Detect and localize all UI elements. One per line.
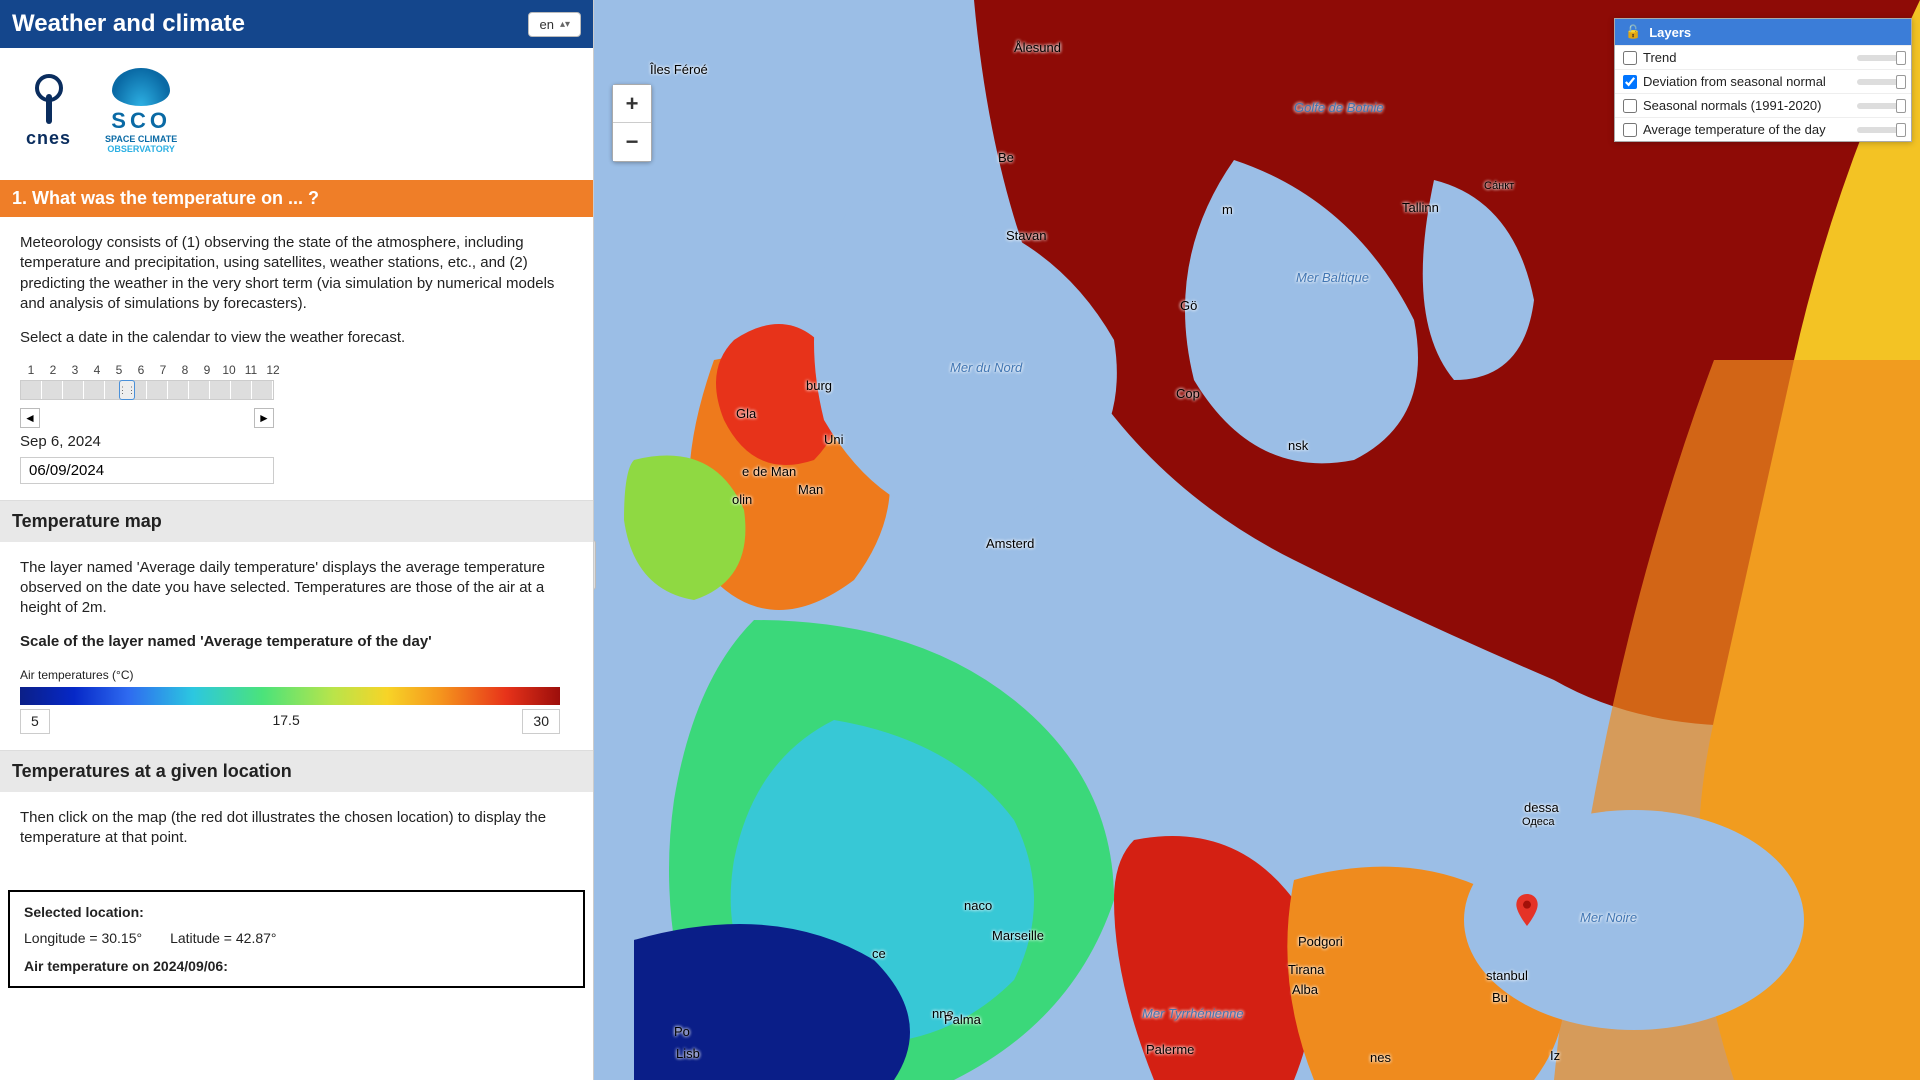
month-tick: 5	[108, 362, 130, 378]
zoom-control: + −	[612, 84, 652, 162]
map-canvas	[594, 0, 1920, 1080]
air-temp-label: Air temperature on 2024/09/06:	[24, 958, 569, 974]
cnes-logo-mark	[29, 74, 69, 124]
layer-checkbox[interactable]	[1623, 75, 1637, 89]
cnes-logo: cnes	[26, 74, 71, 149]
section-heading-location: Temperatures at a given location	[0, 750, 593, 792]
scale-ticks: 5 17.5 30	[20, 709, 560, 734]
sidebar: Weather and climate en ▴▾ cnes SCO SPACE…	[0, 0, 594, 1080]
sidebar-resize-handle[interactable]	[594, 540, 596, 590]
date-input[interactable]	[20, 457, 274, 484]
section-tempmap-body: The layer named 'Average daily temperatu…	[0, 542, 593, 750]
date-slider[interactable]: ⋮⋮	[20, 380, 274, 400]
month-tick: 11	[240, 362, 262, 378]
layer-checkbox[interactable]	[1623, 123, 1637, 137]
layer-checkbox[interactable]	[1623, 51, 1637, 65]
slider-handle[interactable]: ⋮⋮	[119, 380, 135, 400]
layer-row[interactable]: Seasonal normals (1991-2020)	[1615, 93, 1911, 117]
zoom-in-button[interactable]: +	[613, 85, 651, 123]
map-viewport[interactable]: ÅlesundÎles FéroéburgGlaUnie de ManManol…	[594, 0, 1920, 1080]
scale-subtitle: Air temperatures (°C)	[20, 667, 573, 683]
next-date-button[interactable]: ►	[254, 408, 274, 428]
month-tick: 2	[42, 362, 64, 378]
month-tick: 6	[130, 362, 152, 378]
sidebar-header: Weather and climate en ▴▾	[0, 0, 593, 48]
month-tick: 8	[174, 362, 196, 378]
layer-label: Deviation from seasonal normal	[1643, 74, 1851, 89]
instruction-paragraph: Select a date in the calendar to view th…	[20, 328, 573, 348]
layer-opacity-slider[interactable]	[1857, 79, 1903, 85]
layer-opacity-slider[interactable]	[1857, 55, 1903, 61]
layers-panel: 🔓 Layers Trend Deviation from seasonal no…	[1614, 18, 1912, 142]
month-tick: 9	[196, 362, 218, 378]
section-heading-question: 1. What was the temperature on ... ?	[0, 180, 593, 217]
latitude-value: Latitude = 42.87°	[170, 930, 276, 946]
sco-logo: SCO SPACE CLIMATE OBSERVATORY	[105, 68, 177, 154]
intro-paragraph: Meteorology consists of (1) observing th…	[20, 233, 573, 314]
language-selector[interactable]: en ▴▾	[528, 12, 581, 37]
layer-row[interactable]: Deviation from seasonal normal	[1615, 69, 1911, 93]
month-tick: 12	[262, 362, 284, 378]
scale-max: 30	[522, 709, 560, 734]
date-nav-row: ◄ ►	[20, 408, 274, 428]
layer-checkbox[interactable]	[1623, 99, 1637, 113]
layer-opacity-slider[interactable]	[1857, 127, 1903, 133]
section-heading-tempmap: Temperature map	[0, 500, 593, 542]
month-tick: 3	[64, 362, 86, 378]
layer-opacity-slider[interactable]	[1857, 103, 1903, 109]
scale-mid: 17.5	[262, 709, 309, 734]
layer-label: Average temperature of the day	[1643, 122, 1851, 137]
lock-icon: 🔓	[1625, 24, 1641, 40]
month-tick: 7	[152, 362, 174, 378]
layer-label: Trend	[1643, 50, 1851, 65]
chevron-updown-icon: ▴▾	[560, 19, 570, 30]
month-ticks: 123456789101112	[20, 362, 573, 378]
coords-row: Longitude = 30.15° Latitude = 42.87°	[24, 930, 569, 946]
scale-min: 5	[20, 709, 50, 734]
month-tick: 10	[218, 362, 240, 378]
layer-label: Seasonal normals (1991-2020)	[1643, 98, 1851, 113]
month-tick: 4	[86, 362, 108, 378]
selected-location-box: Selected location: Longitude = 30.15° La…	[8, 890, 585, 988]
layer-row[interactable]: Average temperature of the day	[1615, 117, 1911, 141]
month-tick: 1	[20, 362, 42, 378]
zoom-out-button[interactable]: −	[613, 123, 651, 161]
sco-logo-mark	[112, 68, 170, 106]
page-title: Weather and climate	[12, 10, 245, 38]
section-question-body: Meteorology consists of (1) observing th…	[0, 217, 593, 500]
layers-panel-header[interactable]: 🔓 Layers	[1615, 19, 1911, 45]
date-display: Sep 6, 2024	[20, 432, 573, 452]
app-root: Weather and climate en ▴▾ cnes SCO SPACE…	[0, 0, 1920, 1080]
color-scale-bar	[20, 687, 560, 705]
logo-row: cnes SCO SPACE CLIMATE OBSERVATORY	[0, 48, 593, 180]
location-paragraph: Then click on the map (the red dot illus…	[20, 808, 573, 849]
longitude-value: Longitude = 30.15°	[24, 930, 142, 946]
layers-list: Trend Deviation from seasonal normal Seaso…	[1615, 45, 1911, 141]
layer-row[interactable]: Trend	[1615, 45, 1911, 69]
selected-location-title: Selected location:	[24, 904, 569, 920]
section-location-body: Then click on the map (the red dot illus…	[0, 792, 593, 879]
prev-date-button[interactable]: ◄	[20, 408, 40, 428]
tempmap-paragraph: The layer named 'Average daily temperatu…	[20, 558, 573, 619]
scale-title: Scale of the layer named 'Average temper…	[20, 632, 573, 652]
